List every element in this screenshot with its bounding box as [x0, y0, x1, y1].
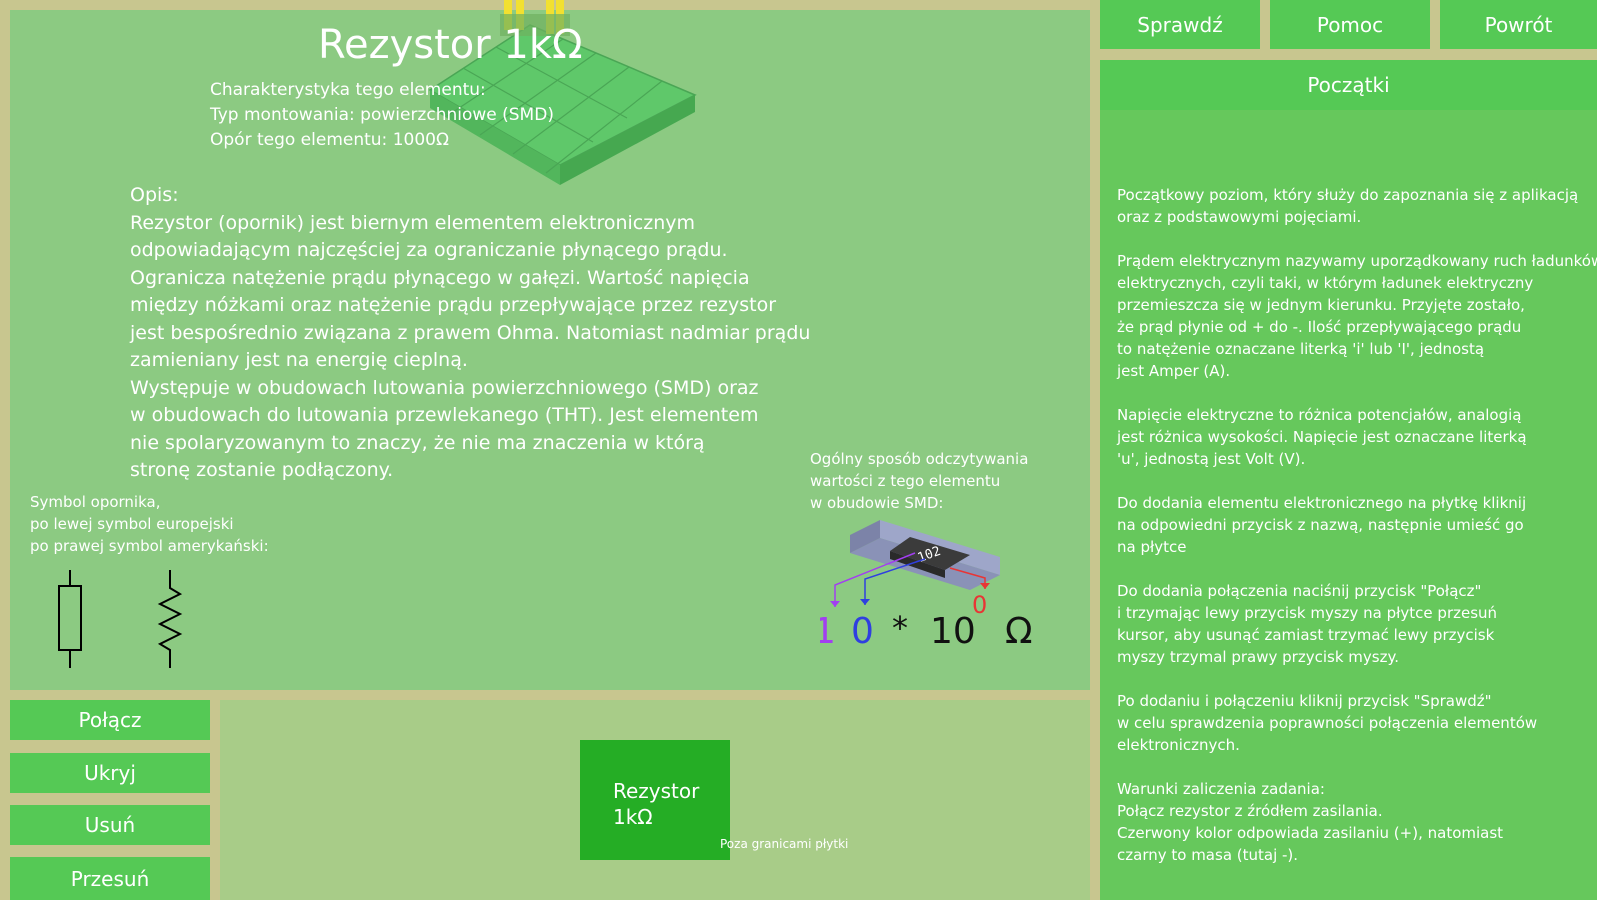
level-text-line: że prąd płynie od + do -. Ilość przepływ…: [1117, 318, 1522, 336]
formula-exponent: 0: [972, 591, 987, 619]
outside-board-label: Poza granicami płytki: [720, 837, 849, 851]
symbol-caption-line: po prawej symbol amerykański:: [30, 537, 269, 555]
description-line: Ogranicza natężenie prądu płynącego w ga…: [130, 267, 750, 289]
description-line: Rezystor (opornik) jest biernym elemente…: [130, 212, 695, 234]
level-text-line: Po dodaniu i połączeniu kliknij przycisk…: [1117, 692, 1492, 710]
component-label-name: Rezystor: [613, 779, 700, 803]
formula-unit: Ω: [1005, 611, 1033, 652]
level-text-line: 'u', jednostą jest Volt (V).: [1117, 450, 1306, 468]
level-text-line: Początkowy poziom, który służy do zapozn…: [1117, 186, 1579, 204]
description-line: między nóżkami oraz natężenie prądu prze…: [130, 294, 777, 316]
check-button[interactable]: Sprawdź: [1100, 0, 1260, 49]
level-text-line: na odpowiedni przycisk z nazwą, następni…: [1117, 516, 1524, 534]
formula-base: 10: [930, 611, 976, 652]
description-line: nie spolaryzowanym to znaczy, że nie ma …: [130, 432, 705, 454]
connect-button[interactable]: Połącz: [10, 700, 210, 740]
level-text-line: na płytce: [1117, 538, 1187, 556]
description-heading: Opis:: [130, 184, 179, 206]
back-button[interactable]: Powrót: [1440, 0, 1597, 49]
formula-digit-2: 0: [851, 611, 874, 652]
level-text-line: i trzymając lewy przycisk myszy na płytc…: [1117, 604, 1498, 622]
symbol-caption-line: Symbol opornika,: [30, 493, 161, 511]
level-text-line: Czerwony kolor odpowiada zasilaniu (+), …: [1117, 824, 1504, 842]
help-button[interactable]: Pomoc: [1270, 0, 1430, 49]
level-text-line: kursor, aby usunąć zamiast trzymać lewy …: [1117, 626, 1495, 644]
description-line: zamieniany jest na energię cieplną.: [130, 349, 468, 371]
level-text-line: Napięcie elektryczne to różnica potencja…: [1117, 406, 1522, 424]
description-line: odpowiadającym najczęściej za ograniczan…: [130, 239, 728, 261]
level-text-line: czarny to masa (tutaj -).: [1117, 846, 1299, 864]
description-line: w obudowach do lutowania przewlekanego (…: [130, 404, 759, 426]
hide-button[interactable]: Ukryj: [10, 753, 210, 793]
move-button[interactable]: Przesuń: [10, 857, 210, 900]
level-text-line: elektronicznych.: [1117, 736, 1240, 754]
level-text-line: Do dodania połączenia naciśnij przycisk …: [1117, 582, 1482, 600]
level-text-line: w celu sprawdzenia poprawności połączeni…: [1117, 714, 1538, 732]
characteristics-heading: Charakterystyka tego elementu:: [210, 80, 486, 100]
level-text-line: Do dodania elementu elektronicznego na p…: [1117, 494, 1527, 512]
level-text-line: Połącz rezystor z źródłem zasilania.: [1117, 802, 1383, 820]
level-text-line: myszy trzymal prawy przycisk myszy.: [1117, 648, 1399, 666]
level-text-line: jest różnica wysokości. Napięcie jest oz…: [1117, 428, 1527, 446]
level-text-line: oraz z podstawowymi pojęciami.: [1117, 208, 1362, 226]
european-resistor-symbol-icon: [58, 570, 82, 668]
component-title: Rezystor 1kΩ: [318, 22, 583, 68]
level-text-line: jest Amper (A).: [1117, 362, 1231, 380]
smd-reading-diagram: 102 1 0 * 10 0 Ω: [820, 520, 1033, 652]
resistor-component[interactable]: Rezystor 1kΩ: [580, 740, 730, 860]
description-line: jest bespośrednio związana z prawem Ohma…: [130, 322, 811, 344]
description-line: stronę zostanie podłączony.: [130, 459, 394, 481]
level-text-line: Prądem elektrycznym nazywamy uporządkowa…: [1117, 252, 1597, 270]
smd-caption-line: wartości z tego elementu: [810, 472, 1001, 490]
description-line: Występuje w obudowach lutowania powierzc…: [130, 377, 759, 399]
resistance-text: Opór tego elementu: 1000Ω: [210, 130, 449, 150]
smd-caption-line: Ogólny sposób odczytywania: [810, 450, 1029, 468]
formula-multiply: *: [892, 609, 908, 647]
level-text-line: Warunki zaliczenia zadania:: [1117, 780, 1325, 798]
resistor-symbols: [58, 570, 183, 668]
american-resistor-symbol-icon: [157, 570, 183, 668]
smd-caption-line: w obudowie SMD:: [810, 494, 944, 512]
symbol-caption-line: po lewej symbol europejski: [30, 515, 234, 533]
level-text-line: to natężenie oznaczane literką 'i' lub '…: [1117, 340, 1485, 358]
delete-button[interactable]: Usuń: [10, 805, 210, 845]
smd-chip-icon: 102: [850, 520, 1000, 590]
level-text-line: przemieszcza się w jednym kierunku. Przy…: [1117, 296, 1525, 314]
level-title: Początki: [1100, 60, 1597, 110]
mounting-type-text: Typ montowania: powierzchniowe (SMD): [210, 105, 554, 125]
level-text-line: elektrycznych, czyli taki, w którym ładu…: [1117, 274, 1534, 292]
formula-digit-1: 1: [820, 611, 836, 652]
component-label-value: 1kΩ: [613, 805, 653, 829]
